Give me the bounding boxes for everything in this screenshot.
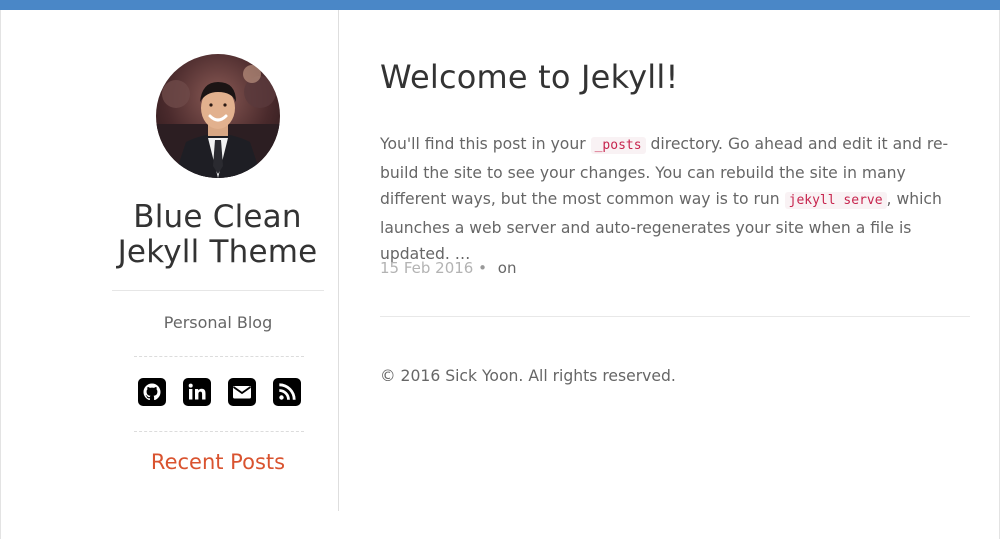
site-title-line2: Jekyll Theme <box>117 234 318 270</box>
post-title[interactable]: Welcome to Jekyll! <box>380 58 679 96</box>
post-meta: 15 Feb 2016 • on <box>380 259 516 277</box>
rss-icon <box>272 378 301 406</box>
code-jekyll-serve: jekyll serve <box>784 192 887 209</box>
avatar[interactable] <box>156 54 280 178</box>
sidebar-divider <box>112 290 324 291</box>
email-link[interactable] <box>227 378 256 406</box>
top-accent-bar <box>0 0 1000 10</box>
sidebar-dotted-divider-top <box>134 356 304 357</box>
content-divider <box>380 316 970 317</box>
meta-separator: • <box>478 259 487 277</box>
github-link[interactable] <box>137 378 166 406</box>
recent-posts-link[interactable]: Recent Posts <box>112 450 324 474</box>
avatar-photo <box>156 54 280 178</box>
github-icon <box>137 378 166 406</box>
code-posts: _posts <box>590 137 646 154</box>
footer-copyright: © 2016 Sick Yoon. All rights reserved. <box>380 367 676 385</box>
linkedin-icon <box>182 378 211 406</box>
site-tagline: Personal Blog <box>163 313 273 332</box>
excerpt-text-1: You'll find this post in your <box>380 135 591 153</box>
site-title-line1: Blue Clean <box>133 199 302 235</box>
social-links <box>134 378 304 406</box>
site-title[interactable]: Blue Clean Jekyll Theme <box>60 200 375 270</box>
post-excerpt: You'll find this post in your _posts dir… <box>380 131 970 268</box>
post-meta-on: on <box>497 259 517 277</box>
post-date: 15 Feb 2016 <box>380 259 474 277</box>
sidebar-dotted-divider-bottom <box>134 431 304 432</box>
linkedin-link[interactable] <box>182 378 211 406</box>
email-icon <box>227 378 256 406</box>
sidebar: Blue Clean Jekyll Theme Personal Blog Re… <box>0 10 339 511</box>
rss-link[interactable] <box>272 378 301 406</box>
